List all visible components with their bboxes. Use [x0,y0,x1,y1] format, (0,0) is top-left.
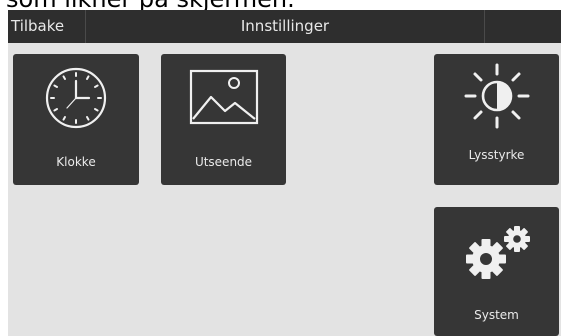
clock-icon [13,67,139,129]
system-tile-label: System [474,308,519,322]
brightness-icon [434,62,559,130]
brightness-tile-label: Lysstyrke [468,148,525,162]
system-tile[interactable]: System [434,207,559,336]
top-bar: Tilbake Innstillinger [8,10,561,43]
clock-tile[interactable]: Klokke [13,54,139,185]
appearance-tile-label: Utseende [194,155,253,169]
clock-tile-label: Klokke [56,155,96,169]
top-bar-right-slot [484,10,561,43]
image-icon [161,67,286,127]
settings-screen: Tilbake Innstillinger Klokke Utseende Ly… [8,10,561,336]
gears-icon [434,225,559,283]
page-title: Innstillinger [240,17,330,35]
appearance-tile[interactable]: Utseende [161,54,286,185]
back-button[interactable]: Tilbake [8,10,86,43]
brightness-tile[interactable]: Lysstyrke [434,54,559,185]
